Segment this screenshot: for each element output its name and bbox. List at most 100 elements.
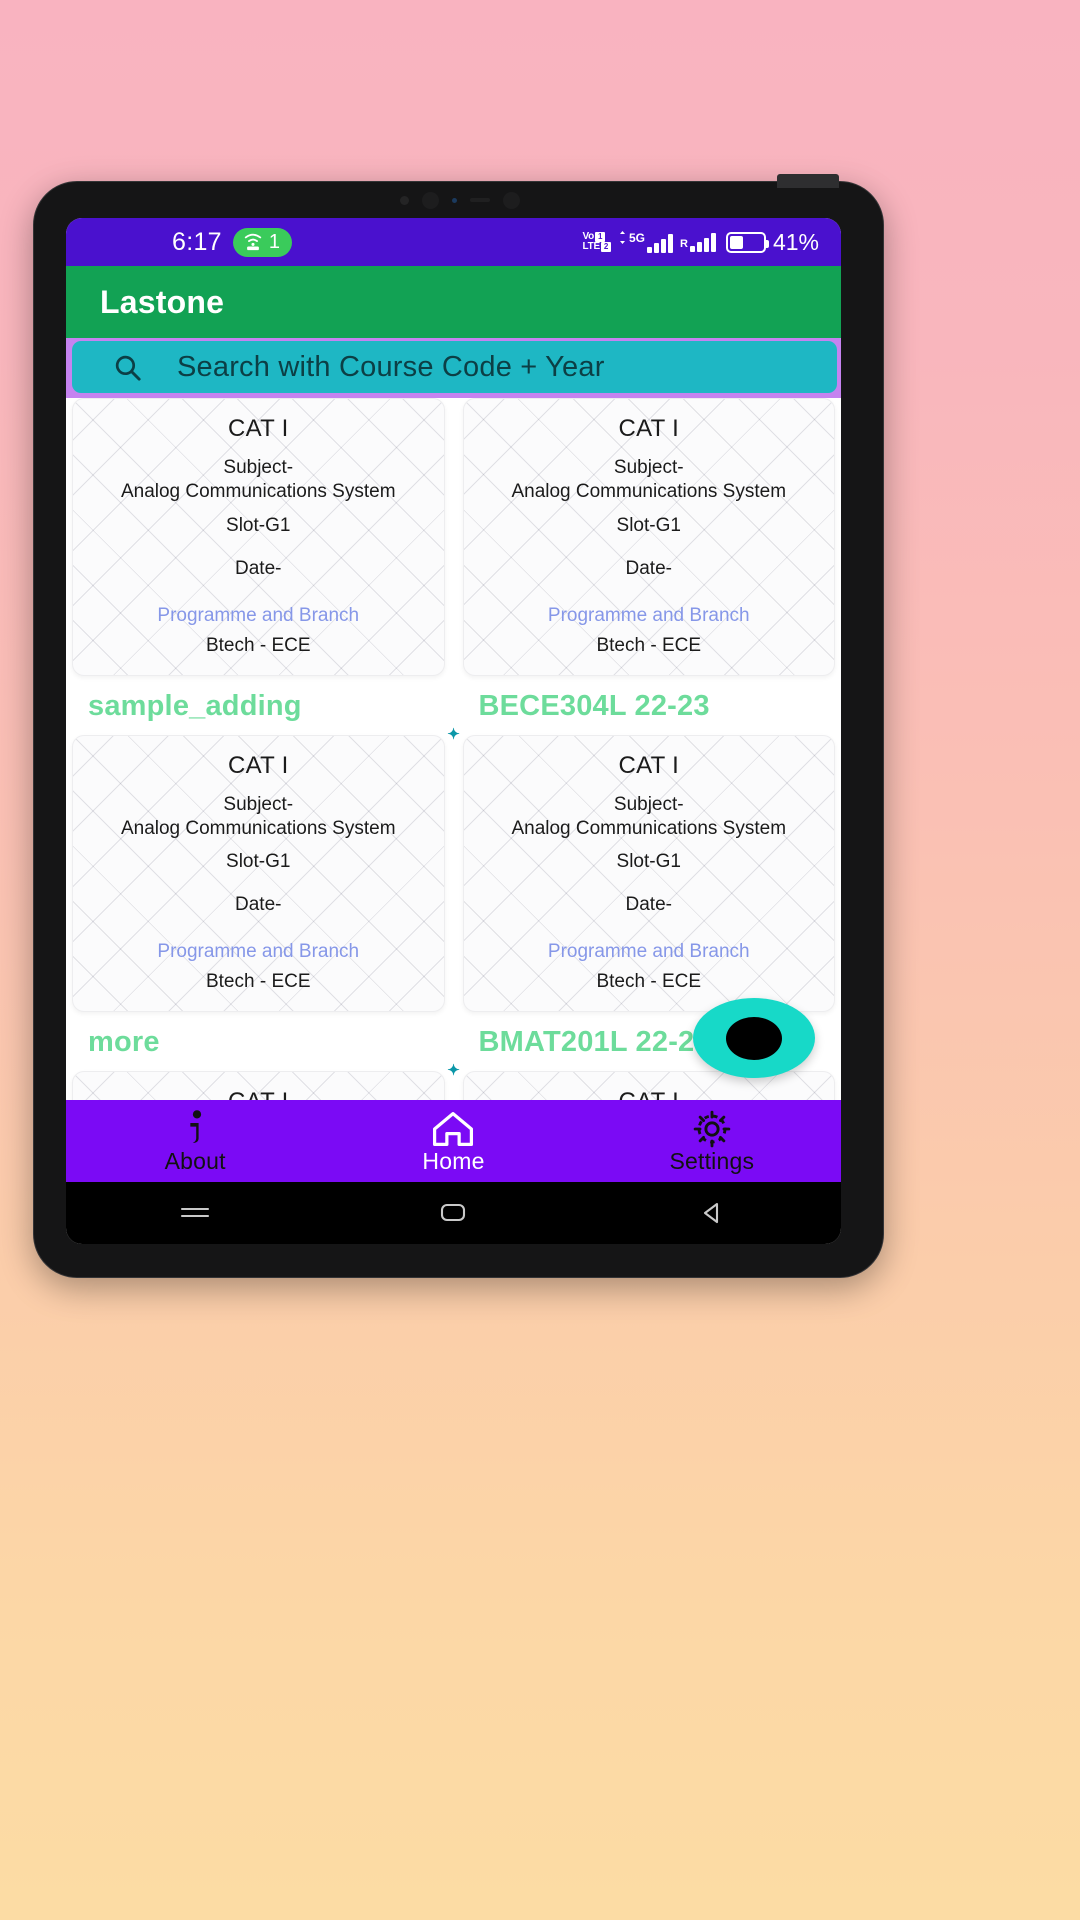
search-placeholder: Search with Course Code + Year <box>177 350 605 383</box>
course-card[interactable]: CAT I Subject- Analog Communications Sys… <box>72 398 445 676</box>
course-column-right: CAT I Subject- Analog Communications Sys… <box>462 1071 835 1100</box>
battery-icon <box>725 231 769 253</box>
section-title-left: more <box>88 1026 160 1059</box>
card-programme-value: Btech - ECE <box>205 971 311 993</box>
card-subject-name: Analog Communications System <box>120 481 396 503</box>
volte-icon: Vo 1 LTE 2 <box>582 232 611 252</box>
hotspot-chip: 1 <box>232 227 292 257</box>
card-cat-label: CAT I <box>83 1088 434 1100</box>
card-subject-name: Analog Communications System <box>120 817 396 839</box>
card-subject-label: Subject- <box>613 793 684 815</box>
card-cat-label: CAT I <box>618 415 680 442</box>
record-dot-icon <box>726 1016 782 1060</box>
status-bar-left: 6:17 1 <box>172 227 292 257</box>
nav-label-home: Home <box>422 1148 485 1174</box>
course-column-right: CAT I Subject- Analog Communications Sys… <box>462 734 835 1013</box>
network-type-label: 5G <box>628 231 645 245</box>
course-row: ✦ CAT I Subject- Analog Communications S… <box>72 727 835 1013</box>
card-subject-name: Analog Communications System <box>511 481 787 503</box>
info-icon <box>190 1110 202 1143</box>
card-date-label: Date- <box>235 557 282 579</box>
proximity-sensor-icon <box>502 191 520 209</box>
card-programme-value: Btech - ECE <box>596 634 702 656</box>
signal-bars-sim1-icon <box>647 234 673 253</box>
course-row: ✦ CAT I Subject- Analog Communications S… <box>72 1063 835 1100</box>
add-course-fab[interactable] <box>693 998 815 1078</box>
nav-item-home[interactable]: Home <box>324 1109 582 1173</box>
battery-fill <box>729 235 744 249</box>
status-bar-right: Vo 1 LTE 2 5G R 41% <box>582 229 819 256</box>
bottom-navigation: About Home Settings <box>66 1100 841 1182</box>
card-date-label: Date- <box>625 894 672 916</box>
course-column-left: CAT I Subject- Analog Communications Sys… <box>72 398 445 676</box>
front-camera-icon <box>421 191 439 209</box>
device-sensor-row <box>34 182 885 218</box>
card-slot-label: Slot-G1 <box>616 851 681 873</box>
card-slot-label: Slot-G1 <box>226 851 291 873</box>
roaming-label: R <box>680 237 688 250</box>
volte-sim2-badge: 2 <box>600 242 611 252</box>
home-square-icon <box>441 1203 466 1222</box>
card-cat-label: CAT I <box>474 1088 825 1100</box>
column-divider-marker: ✦ <box>447 725 460 743</box>
cellular-5g-group: 5G <box>618 231 673 253</box>
course-row: CAT I Subject- Analog Communications Sys… <box>72 398 835 676</box>
card-programme-link[interactable]: Programme and Branch <box>83 941 434 963</box>
back-triangle-icon <box>703 1202 718 1224</box>
nav-item-settings[interactable]: Settings <box>583 1109 841 1173</box>
course-list[interactable]: CAT I Subject- Analog Communications Sys… <box>66 398 841 1100</box>
system-back-button[interactable] <box>583 1200 841 1226</box>
course-card[interactable]: CAT I Subject- Analog Communications Sys… <box>462 398 835 676</box>
status-clock: 6:17 <box>172 227 222 256</box>
card-cat-label: CAT I <box>227 751 289 779</box>
card-slot-label: Slot-G1 <box>616 514 681 536</box>
system-menu-button[interactable] <box>66 1201 324 1225</box>
home-icon <box>433 1112 474 1146</box>
menu-icon <box>181 1207 210 1218</box>
app-bar: Lastone <box>66 266 841 338</box>
signal-bars-sim2-icon <box>689 232 716 252</box>
cellular-roaming-group: R <box>680 232 716 252</box>
tablet-device-frame: 6:17 1 Vo 1 LTE 2 5G R 41% Lastone Searc… <box>33 174 885 1278</box>
card-date-label: Date- <box>235 894 282 916</box>
card-programme-link[interactable]: Programme and Branch <box>83 605 434 627</box>
course-card[interactable]: CAT I Subject- Analog Communications Sys… <box>462 734 835 1013</box>
indicator-led-icon <box>451 197 457 203</box>
card-cat-label: CAT I <box>227 415 289 442</box>
card-cat-label: CAT I <box>618 751 680 779</box>
device-screen-area: 6:17 1 Vo 1 LTE 2 5G R 41% Lastone Searc… <box>66 218 841 1244</box>
search-input[interactable]: Search with Course Code + Year <box>72 341 837 393</box>
section-title-left: sample_adding <box>88 689 302 722</box>
system-home-button[interactable] <box>324 1200 582 1226</box>
battery-percent-label: 41% <box>772 228 819 255</box>
card-programme-link[interactable]: Programme and Branch <box>474 605 825 627</box>
card-programme-value: Btech - ECE <box>596 971 702 993</box>
data-transfer-icon <box>619 231 625 244</box>
hotspot-icon <box>244 233 262 251</box>
earpiece-slit-icon <box>469 198 490 202</box>
course-card[interactable]: CAT I Subject- Analog Communications Sys… <box>72 1071 445 1100</box>
card-subject-label: Subject- <box>223 793 294 815</box>
android-system-nav <box>66 1182 841 1244</box>
card-date-label: Date- <box>625 557 672 579</box>
search-icon <box>115 355 141 381</box>
column-divider-marker: ✦ <box>447 1062 460 1080</box>
card-subject-name: Analog Communications System <box>511 817 787 839</box>
course-column-left: CAT I Subject- Analog Communications Sys… <box>72 1071 445 1100</box>
hotspot-device-count: 1 <box>268 230 280 253</box>
search-bar-container: Search with Course Code + Year <box>66 338 841 398</box>
nav-item-about[interactable]: About <box>66 1109 324 1173</box>
nav-label-about: About <box>164 1148 226 1174</box>
card-subject-label: Subject- <box>223 457 294 478</box>
app-screen: 6:17 1 Vo 1 LTE 2 5G R 41% Lastone Searc… <box>66 218 841 1244</box>
nav-label-settings: Settings <box>669 1148 755 1174</box>
course-card[interactable]: CAT I Subject- Analog Communications Sys… <box>462 1071 835 1100</box>
volte-line2: LTE <box>582 241 600 252</box>
status-bar: 6:17 1 Vo 1 LTE 2 5G R 41% <box>66 218 841 266</box>
section-title-right: BECE304L 22-23 <box>478 689 710 722</box>
course-column-right: CAT I Subject- Analog Communications Sys… <box>462 398 835 676</box>
app-title: Lastone <box>100 283 225 320</box>
gear-icon <box>693 1110 731 1148</box>
course-card[interactable]: CAT I Subject- Analog Communications Sys… <box>72 734 445 1013</box>
card-programme-link[interactable]: Programme and Branch <box>474 941 825 963</box>
